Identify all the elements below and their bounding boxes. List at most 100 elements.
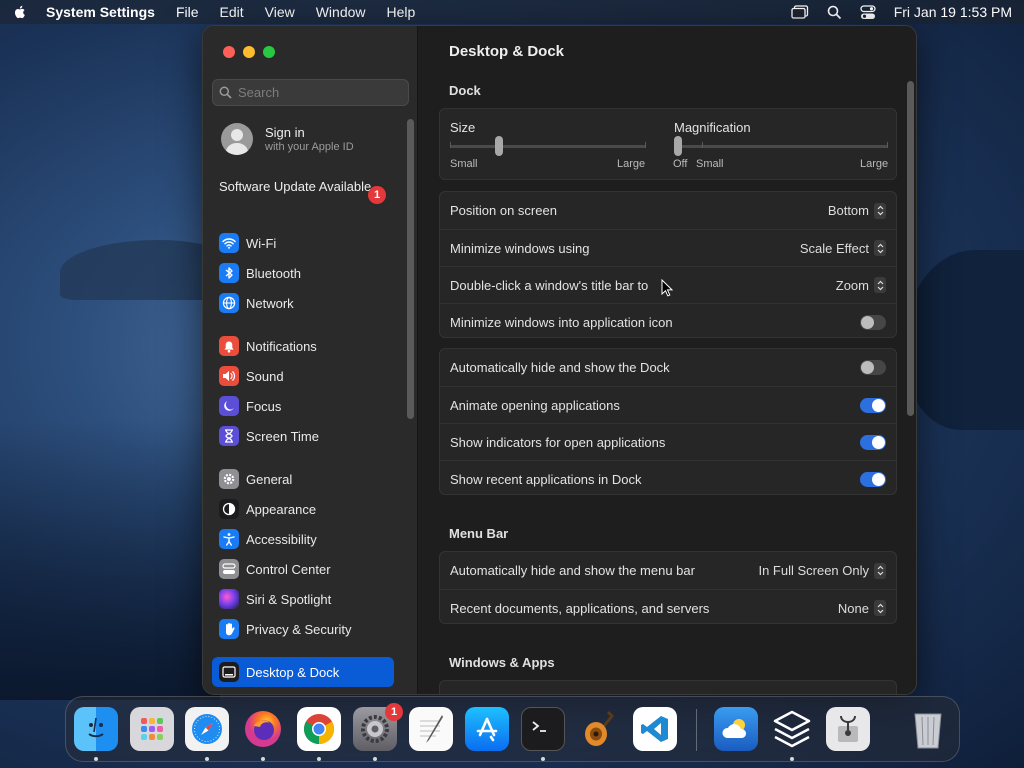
minimize-button[interactable] xyxy=(243,46,255,58)
chrome-icon[interactable] xyxy=(297,707,341,751)
popup-value: In Full Screen Only xyxy=(758,563,869,578)
magnification-slider-track[interactable] xyxy=(674,145,888,148)
show-indicators-toggle[interactable] xyxy=(860,434,886,450)
app-store-icon[interactable] xyxy=(465,707,509,751)
row-label: Show recent applications in Dock xyxy=(450,471,642,487)
firefox-icon[interactable] xyxy=(241,707,285,751)
menu-bar-hide-popup[interactable]: In Full Screen Only xyxy=(758,562,886,579)
safari-icon[interactable] xyxy=(185,707,229,751)
sidebar-item-label: Notifications xyxy=(246,338,317,354)
page-title: Desktop & Dock xyxy=(449,43,565,60)
sidebar-item-privacy-security[interactable]: Privacy & Security xyxy=(212,614,394,644)
running-indicator xyxy=(205,757,209,761)
sidebar-item-label: Network xyxy=(246,295,294,311)
stage-manager-icon[interactable] xyxy=(791,5,809,19)
animate-opening-toggle[interactable] xyxy=(860,397,886,413)
search-field[interactable] xyxy=(212,79,409,106)
section-title-menu-bar: Menu Bar xyxy=(449,526,509,541)
sidebar-item-sound[interactable]: Sound xyxy=(212,361,394,391)
size-slider-track[interactable] xyxy=(450,145,646,148)
cube-app-icon[interactable] xyxy=(770,707,814,751)
apple-id-signin[interactable]: Sign in with your Apple ID xyxy=(221,123,354,155)
menu-edit[interactable]: Edit xyxy=(220,4,244,20)
sidebar-item-label: Accessibility xyxy=(246,531,317,547)
row-label: Automatically hide and show the Dock xyxy=(450,360,670,375)
moon-icon xyxy=(219,396,239,416)
sidebar-item-label: Siri & Spotlight xyxy=(246,591,332,607)
sidebar-item-siri-spotlight[interactable]: Siri & Spotlight xyxy=(212,584,394,614)
chevron-updown-icon xyxy=(874,277,886,293)
menu-help[interactable]: Help xyxy=(387,4,416,20)
size-tick xyxy=(645,142,646,148)
magnification-max-label: Large xyxy=(860,158,889,170)
globe-icon xyxy=(219,293,239,313)
size-min-label: Small xyxy=(450,158,478,170)
search-icon xyxy=(219,86,232,99)
search-icon[interactable] xyxy=(827,5,842,20)
search-input[interactable] xyxy=(238,85,398,100)
sidebar-item-screen-time[interactable]: Screen Time xyxy=(212,421,394,451)
double-click-popup[interactable]: Zoom xyxy=(836,277,886,293)
row-label: Double-click a window's title bar to xyxy=(450,277,649,293)
position-on-screen-row: Position on screen Bottom xyxy=(440,192,896,229)
sidebar-item-accessibility[interactable]: Accessibility xyxy=(212,524,394,554)
sidebar-item-focus[interactable]: Focus xyxy=(212,391,394,421)
wallpaper-shade xyxy=(0,420,220,700)
sidebar-item-network[interactable]: Network xyxy=(212,288,394,318)
sidebar-item-appearance[interactable]: Appearance xyxy=(212,494,394,524)
running-indicator xyxy=(261,757,265,761)
menu-clock[interactable]: Fri Jan 19 1:53 PM xyxy=(894,4,1012,20)
menu-app-name[interactable]: System Settings xyxy=(46,4,155,20)
weather-icon[interactable] xyxy=(714,707,758,751)
sidebar-item-control-center[interactable]: Control Center xyxy=(212,554,394,584)
sidebar-item-bluetooth[interactable]: Bluetooth xyxy=(212,258,394,288)
section-title-windows-apps: Windows & Apps xyxy=(449,655,555,670)
size-slider-thumb[interactable] xyxy=(495,136,503,156)
vscode-icon[interactable] xyxy=(633,707,677,751)
launchpad-icon[interactable] xyxy=(130,707,174,751)
minimize-into-icon-toggle[interactable] xyxy=(860,314,886,330)
menu-view[interactable]: View xyxy=(265,4,295,20)
textedit-icon[interactable] xyxy=(409,707,453,751)
menu-file[interactable]: File xyxy=(176,4,199,20)
sidebar-scrollbar[interactable] xyxy=(407,119,414,419)
show-recent-apps-toggle[interactable] xyxy=(860,471,886,487)
position-popup[interactable]: Bottom xyxy=(828,202,886,219)
close-button[interactable] xyxy=(223,46,235,58)
control-center-icon[interactable] xyxy=(860,4,876,20)
recent-documents-popup[interactable]: None xyxy=(838,600,886,616)
show-indicators-row: Show indicators for open applications xyxy=(440,423,896,460)
finder-icon[interactable] xyxy=(74,707,118,751)
chevron-updown-icon xyxy=(874,562,886,579)
minimize-into-icon-row: Minimize windows into application icon xyxy=(440,303,896,340)
accessibility-icon xyxy=(219,529,239,549)
sidebar-item-wifi[interactable]: Wi-Fi xyxy=(212,228,394,258)
popup-value: None xyxy=(837,600,869,616)
magnification-slider-thumb[interactable] xyxy=(674,136,682,156)
garageband-icon[interactable] xyxy=(577,707,621,751)
row-label: Animate opening applications xyxy=(450,397,620,413)
system-settings-icon[interactable]: 1 xyxy=(353,703,403,751)
avatar xyxy=(221,123,253,155)
zoom-button[interactable] xyxy=(263,46,275,58)
row-label: Position on screen xyxy=(450,203,557,218)
minimize-effect-popup[interactable]: Scale Effect xyxy=(800,240,886,256)
trash-icon[interactable] xyxy=(906,707,950,751)
sidebar-item-desktop-dock[interactable]: Desktop & Dock xyxy=(212,657,394,687)
sidebar-item-notifications[interactable]: Notifications xyxy=(212,331,394,361)
apple-icon[interactable] xyxy=(12,4,28,20)
magnification-tick xyxy=(887,142,888,148)
size-label: Size xyxy=(450,120,476,135)
auto-hide-dock-toggle[interactable] xyxy=(860,360,886,375)
sidebar-item-general[interactable]: General xyxy=(212,464,394,494)
sidebar-item-label: Desktop & Dock xyxy=(246,664,340,680)
terminal-icon[interactable] xyxy=(521,707,565,751)
disk-utility-icon[interactable] xyxy=(826,707,870,751)
running-indicator xyxy=(790,757,794,761)
content-scrollbar[interactable] xyxy=(907,81,914,416)
mouse-cursor-icon xyxy=(661,279,673,297)
menu-window[interactable]: Window xyxy=(316,4,366,20)
chevron-updown-icon xyxy=(874,202,886,219)
popup-value: Zoom xyxy=(835,277,869,293)
bluetooth-icon xyxy=(219,263,239,283)
